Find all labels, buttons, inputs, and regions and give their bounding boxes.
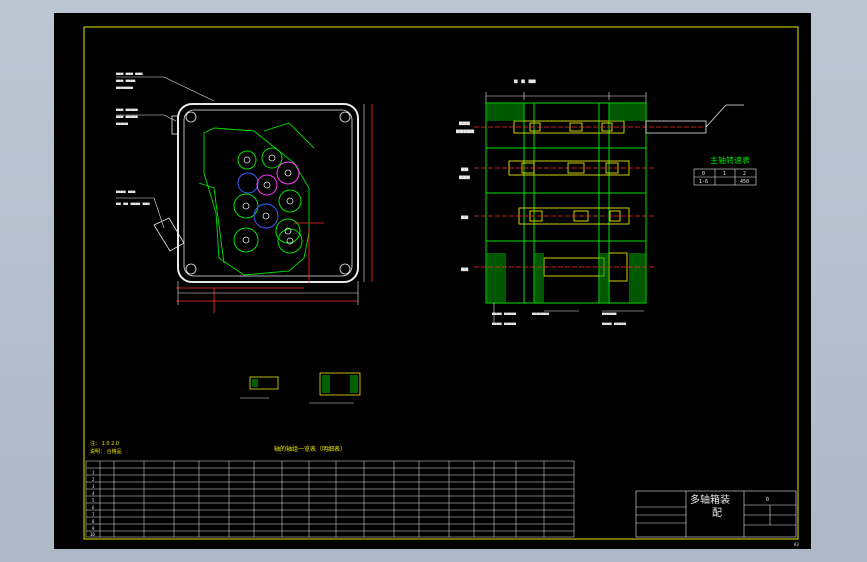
row-num-8: 8: [92, 519, 95, 524]
row-num-1: 1: [92, 470, 95, 475]
svg-text:■■: ■■: [461, 214, 469, 221]
row-num-4: 4: [92, 491, 95, 496]
spindle-speed-table: 主轴转速表 0 1 2 1-6 450: [693, 155, 757, 186]
svg-text:■■■■■: ■■■■■: [116, 121, 129, 126]
row-num-2: 2: [92, 477, 95, 482]
speed-table-title: 主轴转速表: [710, 155, 750, 165]
title-small-label: 0: [766, 497, 769, 503]
svg-text:■■■: ■■■: [459, 174, 470, 181]
row-num-5: 5: [92, 498, 95, 503]
speed-value-0: 1-6: [699, 179, 708, 185]
cad-drawing: ■■■ ■■■ ■■■ ■■■ ■■■■ ■■■■■■■ ■■■ ■■■■■ ■…: [83, 26, 799, 547]
svg-text:■■■■ ■■■: ■■■■ ■■■: [116, 189, 136, 194]
speed-value-2: 450: [740, 179, 749, 185]
gearbox-plan-view: ■■■ ■■■ ■■■ ■■■ ■■■■ ■■■■■■■ ■■■ ■■■■■ ■…: [116, 71, 373, 313]
speed-header-2: 2: [743, 171, 746, 177]
row-num-10: 10: [90, 532, 95, 537]
speed-header-0: 0: [702, 171, 705, 177]
svg-text:■■■ ■■■ ■■■: ■■■ ■■■ ■■■: [116, 71, 143, 76]
row-num-7: 7: [92, 512, 95, 517]
svg-text:■■■: ■■■: [459, 120, 470, 127]
parts-list-table: 轴的轴组一览表（明细表） 注： 1.0 2.0 说明： 合格品 1 2 3 4 …: [85, 440, 575, 538]
title-line-2: 配: [712, 507, 722, 519]
svg-text:■■■ ■■■■: ■■■ ■■■■: [116, 78, 136, 83]
svg-text:■■■■ ■■■■■: ■■■■ ■■■■■: [492, 311, 517, 316]
svg-text:■■■■■: ■■■■■: [456, 128, 474, 135]
svg-text:■■■■■■■: ■■■■■■■: [116, 85, 133, 90]
row-num-3: 3: [92, 484, 95, 489]
corner-mark: A3: [794, 542, 799, 547]
cad-viewport[interactable]: ■■■ ■■■ ■■■ ■■■ ■■■■ ■■■■■■■ ■■■ ■■■■■ ■…: [54, 13, 811, 549]
svg-text:■■ ■■ ■■■■ ■■■: ■■ ■■ ■■■■ ■■■: [116, 201, 150, 206]
title-block: 多轴箱装 配 0: [635, 490, 797, 538]
row-num-6: 6: [92, 505, 95, 510]
svg-text:■ ■ ■■: ■ ■ ■■: [514, 78, 536, 85]
row-num-9: 9: [92, 526, 95, 531]
parts-notes-1: 注： 1.0 2.0: [90, 440, 119, 447]
speed-header-1: 1: [723, 171, 726, 177]
svg-text:■■■■■■■: ■■■■■■■: [532, 311, 549, 316]
svg-text:■■■■■■: ■■■■■■: [602, 311, 617, 316]
svg-text:■■■■ ■■■■■: ■■■■ ■■■■■: [492, 321, 517, 326]
svg-text:■■: ■■: [461, 266, 469, 273]
svg-text:■■■ ■■■■■: ■■■ ■■■■■: [116, 114, 138, 119]
svg-text:■■: ■■: [461, 166, 469, 173]
svg-text:■■■■ ■■■■■: ■■■■ ■■■■■: [602, 321, 627, 326]
parts-notes-2: 说明： 合格品: [90, 448, 122, 455]
title-line-1: 多轴箱装: [690, 493, 730, 506]
detail-views: [240, 372, 361, 404]
parts-table-title: 轴的轴组一览表（明细表）: [274, 445, 346, 453]
gearbox-section-view: ■■■ ■■■■■ ■■ ■■■ ■■ ■■ ■ ■ ■■ ■■■■ ■■■■■…: [456, 78, 744, 326]
svg-text:■■■ ■■■■■: ■■■ ■■■■■: [116, 107, 138, 112]
